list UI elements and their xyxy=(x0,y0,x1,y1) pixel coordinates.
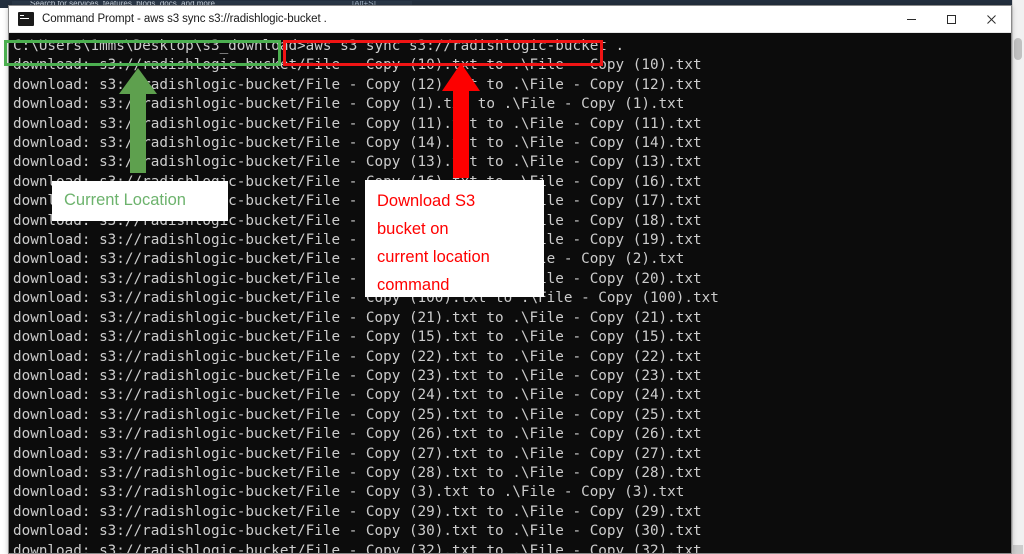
terminal-line: download: s3://radishlogic-bucket/File -… xyxy=(13,406,702,423)
terminal-line: download: s3://radishlogic-bucket/File -… xyxy=(13,484,685,501)
terminal-line: download: s3://radishlogic-bucket/File -… xyxy=(13,135,702,152)
terminal-line: download: s3://radishlogic-bucket/File -… xyxy=(13,387,702,404)
terminal-line: download: s3://radishlogic-bucket/File -… xyxy=(13,212,702,229)
page-scrollbar[interactable] xyxy=(1012,0,1024,554)
window-controls xyxy=(891,6,1011,33)
terminal-line: download: s3://radishlogic-bucket/File -… xyxy=(13,232,702,249)
terminal-line: download: s3://radishlogic-bucket/File -… xyxy=(13,542,702,553)
terminal-line: download: s3://radishlogic-bucket/File -… xyxy=(13,445,702,462)
terminal-output-area[interactable]: C:\Users\1mms\Desktop\s3_download>aws s3… xyxy=(9,33,1011,553)
terminal-line: download: s3://radishlogic-bucket/File -… xyxy=(13,154,702,171)
terminal-line: download: s3://radishlogic-bucket/File -… xyxy=(13,57,702,74)
terminal-line: download: s3://radishlogic-bucket/File -… xyxy=(13,270,702,287)
terminal-line: download: s3://radishlogic-bucket/File -… xyxy=(13,96,685,113)
command-prompt-icon xyxy=(18,12,34,26)
terminal-line: download: s3://radishlogic-bucket/File -… xyxy=(13,173,702,190)
terminal-line: download: s3://radishlogic-bucket/File -… xyxy=(13,290,719,307)
close-icon[interactable] xyxy=(971,6,1011,33)
page-scrollbar-thumb[interactable] xyxy=(1014,38,1022,60)
terminal-line: download: s3://radishlogic-bucket/File -… xyxy=(13,115,702,132)
terminal-line: download: s3://radishlogic-bucket/File -… xyxy=(13,523,702,540)
terminal-line: download: s3://radishlogic-bucket/File -… xyxy=(13,426,702,443)
maximize-icon[interactable] xyxy=(931,6,971,33)
window-titlebar[interactable]: Command Prompt - aws s3 sync s3://radish… xyxy=(9,6,1011,33)
terminal-line: download: s3://radishlogic-bucket/File -… xyxy=(13,329,702,346)
terminal-line: download: s3://radishlogic-bucket/File -… xyxy=(13,193,702,210)
terminal-line: download: s3://radishlogic-bucket/File -… xyxy=(13,309,702,326)
terminal-line: download: s3://radishlogic-bucket/File -… xyxy=(13,464,702,481)
terminal-line: download: s3://radishlogic-bucket/File -… xyxy=(13,367,702,384)
minimize-icon[interactable] xyxy=(891,6,931,33)
terminal-line: download: s3://radishlogic-bucket/File -… xyxy=(13,503,702,520)
screenshot-root: Search for services, features, blogs, do… xyxy=(0,0,1024,554)
terminal-line: download: s3://radishlogic-bucket/File -… xyxy=(13,76,702,93)
terminal-line: download: s3://radishlogic-bucket/File -… xyxy=(13,251,685,268)
window-title: Command Prompt - aws s3 sync s3://radish… xyxy=(42,13,327,25)
terminal-prompt-line: C:\Users\1mms\Desktop\s3_download>aws s3… xyxy=(13,38,625,54)
command-prompt-window: Command Prompt - aws s3 sync s3://radish… xyxy=(8,5,1012,554)
terminal-line: download: s3://radishlogic-bucket/File -… xyxy=(13,348,702,365)
page-scrollbar-corner xyxy=(1013,545,1023,554)
terminal-line-list: download: s3://radishlogic-bucket/File -… xyxy=(13,56,1011,553)
